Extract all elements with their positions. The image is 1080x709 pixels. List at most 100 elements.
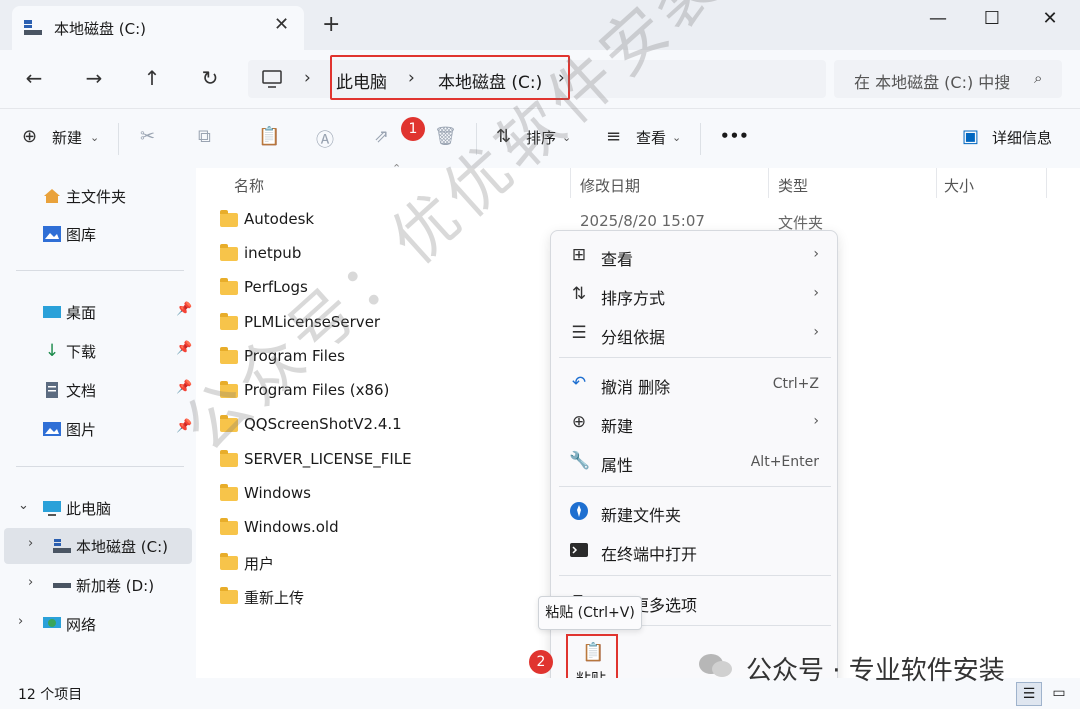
shortcut-text: Alt+Enter [750,454,819,470]
details-pane-icon[interactable]: ▣ [962,126,979,147]
pin-icon[interactable]: 📌 [176,380,192,395]
file-row[interactable]: PerfLogs [196,272,556,306]
chevron-right-icon[interactable]: › [28,536,33,551]
delete-icon[interactable]: 🗑 [434,126,457,147]
menu-item-open-in-terminal[interactable]: 在终端中打开 [551,532,839,570]
sidebar-item-home[interactable]: 主文件夹 [0,178,196,214]
details-button[interactable]: 详细信息 [992,127,1052,148]
sidebar-item-documents[interactable]: 文档 📌 [0,372,196,408]
rename-icon[interactable]: Ⓐ [316,126,334,152]
pin-icon[interactable]: 📌 [176,341,192,356]
tab-close-icon[interactable]: ✕ [274,14,289,35]
pin-icon[interactable]: 📌 [176,419,192,434]
menu-item-group-by[interactable]: ☰ 分组依据 › [551,315,839,353]
menu-item-label: 撤消 删除 [601,378,671,397]
close-window-button[interactable]: ✕ [1030,8,1070,32]
sort-button[interactable]: 排序 [526,127,556,148]
folder-icon [220,347,238,364]
menu-item-label: 属性 [601,456,634,475]
chevron-right-icon: › [304,68,311,88]
file-row[interactable]: inetpub [196,238,556,272]
cut-icon[interactable]: ✂ [140,126,155,147]
file-name: Windows [244,484,311,502]
file-row[interactable]: 用户 [196,547,556,581]
search-box[interactable]: 在 本地磁盘 (C:) 中搜 ⌕ [834,60,1062,98]
network-icon [43,617,61,628]
chevron-down-icon[interactable]: ⌄ [18,498,29,513]
tab-label: 本地磁盘 (C:) [54,20,146,38]
file-row[interactable]: Autodesk [196,204,556,238]
view-list-icon[interactable]: ≡ [606,126,621,147]
sidebar-item-drive-d[interactable]: › 新加卷 (D:) [0,567,196,603]
search-icon[interactable]: ⌕ [1034,69,1042,87]
paste-icon[interactable]: 📋 [258,126,280,147]
divider [559,575,831,576]
forward-arrow-icon[interactable]: → [80,64,108,92]
copy-icon[interactable]: ⧉ [198,126,211,147]
refresh-icon[interactable]: ↻ [196,64,224,92]
sidebar-item-label: 本地磁盘 (C:) [76,538,168,556]
file-name: 重新上传 [244,589,305,607]
divider [118,123,119,155]
menu-item-new-folder[interactable]: 新建文件夹 [551,493,839,531]
navigation-pane: 主文件夹 图库 桌面 📌 ↓ 下载 📌 文档 📌 图片 📌 ⌄ 此电脑 › 本地… [0,168,196,678]
new-tab-button[interactable]: + [322,14,340,36]
sidebar-item-this-pc[interactable]: ⌄ 此电脑 [0,490,196,526]
sort-icon[interactable]: ⇅ [496,126,511,147]
paste-tooltip: 粘贴 (Ctrl+V) [538,596,642,630]
sidebar-item-local-disk-c[interactable]: › 本地磁盘 (C:) [4,528,192,564]
view-button[interactable]: 查看 [636,127,666,148]
new-folder-icon [570,502,588,520]
sidebar-item-label: 图片 [66,421,97,439]
column-header-name[interactable]: 名称 [234,175,264,196]
terminal-icon [570,543,588,557]
menu-item-sort-by[interactable]: ⇅ 排序方式 › [551,276,839,314]
file-row[interactable]: Windows.old [196,512,556,546]
file-row[interactable]: SERVER_LICENSE_FILE [196,444,556,478]
minimize-button[interactable]: — [918,8,958,32]
sidebar-item-downloads[interactable]: ↓ 下载 📌 [0,333,196,369]
chevron-right-icon[interactable]: › [18,614,23,629]
search-input[interactable]: 在 本地磁盘 (C:) 中搜 [854,69,1010,93]
address-highlight-box [330,55,570,100]
chevron-right-icon[interactable]: › [28,575,33,590]
menu-item-undo-delete[interactable]: ↶ 撤消 删除 Ctrl+Z [551,365,839,403]
menu-item-properties[interactable]: 🔧 属性 Alt+Enter [551,443,839,481]
more-options-button[interactable]: ••• [720,127,749,145]
up-arrow-icon[interactable]: ↑ [138,64,166,92]
folder-icon [220,381,238,398]
column-header-modified[interactable]: 修改日期 [580,175,640,196]
file-row[interactable]: Windows [196,478,556,512]
new-button[interactable]: 新建 [52,127,82,148]
file-name: Program Files (x86) [244,381,390,399]
sidebar-item-gallery[interactable]: 图库 [0,216,196,252]
back-arrow-icon[interactable]: ← [20,64,48,92]
tiles-view-icon[interactable]: ▭ [1046,682,1072,706]
file-row[interactable]: PLMLicenseServer [196,307,556,341]
grid-icon: ⊞ [571,245,587,265]
details-view-icon[interactable]: ☰ [1016,682,1042,706]
pin-icon[interactable]: 📌 [176,302,192,317]
file-row[interactable]: QQScreenShotV2.4.1 [196,409,556,443]
plus-circle-icon[interactable]: ⊕ [22,126,37,147]
file-row[interactable]: Program Files [196,341,556,375]
column-header-size[interactable]: 大小 [944,175,974,196]
file-row[interactable]: Program Files (x86) [196,375,556,409]
folder-icon [220,278,238,295]
maximize-button[interactable]: ☐ [972,8,1012,32]
menu-item-view[interactable]: ⊞ 查看 › [551,237,839,275]
share-icon[interactable]: ⇗ [374,126,389,147]
column-header-type[interactable]: 类型 [778,175,808,196]
sidebar-item-network[interactable]: › 网络 [0,606,196,642]
sidebar-item-pictures[interactable]: 图片 📌 [0,411,196,447]
sidebar-item-label: 桌面 [66,304,97,322]
document-icon [46,382,58,398]
sidebar-item-desktop[interactable]: 桌面 📌 [0,294,196,330]
menu-item-label: 查看 [601,250,634,269]
chevron-right-icon: › [813,413,819,429]
menu-item-new[interactable]: ⊕ 新建 › [551,404,839,442]
divider [559,486,831,487]
file-row[interactable]: 重新上传 [196,581,556,615]
divider [559,357,831,358]
tab-local-disk-c[interactable]: 本地磁盘 (C:) ✕ [12,6,304,50]
